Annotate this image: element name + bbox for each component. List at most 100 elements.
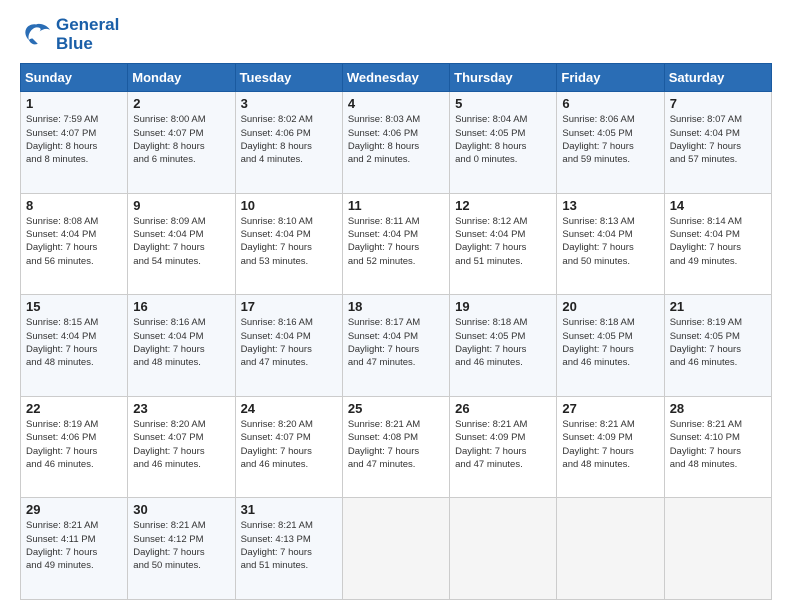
calendar-cell: 24 Sunrise: 8:20 AM Sunset: 4:07 PM Dayli… bbox=[235, 396, 342, 498]
day-number: 27 bbox=[562, 401, 658, 416]
day-number: 30 bbox=[133, 502, 229, 517]
calendar-cell: 13 Sunrise: 8:13 AM Sunset: 4:04 PM Dayli… bbox=[557, 193, 664, 295]
day-number: 25 bbox=[348, 401, 444, 416]
weekday-header-tuesday: Tuesday bbox=[235, 64, 342, 92]
week-row-2: 8Sunrise: 8:08 AM Sunset: 4:04 PM Daylig… bbox=[21, 193, 772, 295]
calendar-cell bbox=[664, 498, 771, 600]
day-number: 26 bbox=[455, 401, 551, 416]
cell-text: Sunrise: 8:21 AM Sunset: 4:09 PM Dayligh… bbox=[562, 418, 658, 471]
cell-text: Sunrise: 8:16 AM Sunset: 4:04 PM Dayligh… bbox=[133, 316, 229, 369]
calendar-cell: 30 Sunrise: 8:21 AM Sunset: 4:12 PM Dayli… bbox=[128, 498, 235, 600]
cell-text: Sunrise: 8:14 AM Sunset: 4:04 PM Dayligh… bbox=[670, 215, 766, 268]
day-number: 24 bbox=[241, 401, 337, 416]
calendar-cell: 11 Sunrise: 8:11 AM Sunset: 4:04 PM Dayli… bbox=[342, 193, 449, 295]
calendar-cell bbox=[450, 498, 557, 600]
calendar-cell: 10 Sunrise: 8:10 AM Sunset: 4:04 PM Dayli… bbox=[235, 193, 342, 295]
weekday-header-thursday: Thursday bbox=[450, 64, 557, 92]
cell-text: Sunrise: 8:13 AM Sunset: 4:04 PM Dayligh… bbox=[562, 215, 658, 268]
day-number: 11 bbox=[348, 198, 444, 213]
day-number: 7 bbox=[670, 96, 766, 111]
calendar-cell: 16 Sunrise: 8:16 AM Sunset: 4:04 PM Dayli… bbox=[128, 295, 235, 397]
day-number: 4 bbox=[348, 96, 444, 111]
day-number: 2 bbox=[133, 96, 229, 111]
calendar-cell: 23 Sunrise: 8:20 AM Sunset: 4:07 PM Dayli… bbox=[128, 396, 235, 498]
cell-text: Sunrise: 8:17 AM Sunset: 4:04 PM Dayligh… bbox=[348, 316, 444, 369]
day-number: 18 bbox=[348, 299, 444, 314]
cell-text: Sunrise: 8:15 AM Sunset: 4:04 PM Dayligh… bbox=[26, 316, 122, 369]
calendar-cell: 7 Sunrise: 8:07 AM Sunset: 4:04 PM Daylig… bbox=[664, 92, 771, 194]
calendar-cell: 6Sunrise: 8:06 AM Sunset: 4:05 PM Daylig… bbox=[557, 92, 664, 194]
day-number: 16 bbox=[133, 299, 229, 314]
week-row-1: 1 Sunrise: 7:59 AM Sunset: 4:07 PM Daylig… bbox=[21, 92, 772, 194]
calendar-cell bbox=[342, 498, 449, 600]
day-number: 8 bbox=[26, 198, 122, 213]
day-number: 22 bbox=[26, 401, 122, 416]
day-number: 15 bbox=[26, 299, 122, 314]
cell-text: Sunrise: 8:21 AM Sunset: 4:09 PM Dayligh… bbox=[455, 418, 551, 471]
calendar-cell: 14 Sunrise: 8:14 AM Sunset: 4:04 PM Dayli… bbox=[664, 193, 771, 295]
cell-text: Sunrise: 8:06 AM Sunset: 4:05 PM Dayligh… bbox=[562, 113, 658, 166]
day-number: 28 bbox=[670, 401, 766, 416]
day-number: 29 bbox=[26, 502, 122, 517]
day-number: 23 bbox=[133, 401, 229, 416]
calendar-cell: 18 Sunrise: 8:17 AM Sunset: 4:04 PM Dayli… bbox=[342, 295, 449, 397]
calendar-cell: 20 Sunrise: 8:18 AM Sunset: 4:05 PM Dayli… bbox=[557, 295, 664, 397]
cell-text: Sunrise: 8:21 AM Sunset: 4:10 PM Dayligh… bbox=[670, 418, 766, 471]
day-number: 13 bbox=[562, 198, 658, 213]
cell-text: Sunrise: 8:00 AM Sunset: 4:07 PM Dayligh… bbox=[133, 113, 229, 166]
cell-text: Sunrise: 7:59 AM Sunset: 4:07 PM Dayligh… bbox=[26, 113, 122, 166]
cell-text: Sunrise: 8:07 AM Sunset: 4:04 PM Dayligh… bbox=[670, 113, 766, 166]
cell-text: Sunrise: 8:21 AM Sunset: 4:11 PM Dayligh… bbox=[26, 519, 122, 572]
calendar-cell: 4 Sunrise: 8:03 AM Sunset: 4:06 PM Daylig… bbox=[342, 92, 449, 194]
day-number: 12 bbox=[455, 198, 551, 213]
cell-text: Sunrise: 8:18 AM Sunset: 4:05 PM Dayligh… bbox=[455, 316, 551, 369]
cell-text: Sunrise: 8:02 AM Sunset: 4:06 PM Dayligh… bbox=[241, 113, 337, 166]
weekday-header-row: SundayMondayTuesdayWednesdayThursdayFrid… bbox=[21, 64, 772, 92]
weekday-header-wednesday: Wednesday bbox=[342, 64, 449, 92]
weekday-header-friday: Friday bbox=[557, 64, 664, 92]
day-number: 21 bbox=[670, 299, 766, 314]
day-number: 17 bbox=[241, 299, 337, 314]
cell-text: Sunrise: 8:20 AM Sunset: 4:07 PM Dayligh… bbox=[241, 418, 337, 471]
day-number: 20 bbox=[562, 299, 658, 314]
cell-text: Sunrise: 8:19 AM Sunset: 4:06 PM Dayligh… bbox=[26, 418, 122, 471]
cell-text: Sunrise: 8:12 AM Sunset: 4:04 PM Dayligh… bbox=[455, 215, 551, 268]
calendar-body: 1 Sunrise: 7:59 AM Sunset: 4:07 PM Daylig… bbox=[21, 92, 772, 600]
cell-text: Sunrise: 8:16 AM Sunset: 4:04 PM Dayligh… bbox=[241, 316, 337, 369]
day-number: 9 bbox=[133, 198, 229, 213]
weekday-header-saturday: Saturday bbox=[664, 64, 771, 92]
calendar-cell bbox=[557, 498, 664, 600]
day-number: 1 bbox=[26, 96, 122, 111]
week-row-5: 29 Sunrise: 8:21 AM Sunset: 4:11 PM Dayli… bbox=[21, 498, 772, 600]
weekday-header-sunday: Sunday bbox=[21, 64, 128, 92]
cell-text: Sunrise: 8:21 AM Sunset: 4:12 PM Dayligh… bbox=[133, 519, 229, 572]
calendar-cell: 26 Sunrise: 8:21 AM Sunset: 4:09 PM Dayli… bbox=[450, 396, 557, 498]
calendar-page: General Blue SundayMondayTuesdayWednesda… bbox=[0, 0, 792, 612]
day-number: 10 bbox=[241, 198, 337, 213]
day-number: 5 bbox=[455, 96, 551, 111]
weekday-header-monday: Monday bbox=[128, 64, 235, 92]
calendar-cell: 25Sunrise: 8:21 AM Sunset: 4:08 PM Dayli… bbox=[342, 396, 449, 498]
calendar-cell: 29 Sunrise: 8:21 AM Sunset: 4:11 PM Dayli… bbox=[21, 498, 128, 600]
cell-text: Sunrise: 8:21 AM Sunset: 4:13 PM Dayligh… bbox=[241, 519, 337, 572]
calendar-cell: 19 Sunrise: 8:18 AM Sunset: 4:05 PM Dayli… bbox=[450, 295, 557, 397]
calendar-cell: 1 Sunrise: 7:59 AM Sunset: 4:07 PM Daylig… bbox=[21, 92, 128, 194]
calendar-cell: 9Sunrise: 8:09 AM Sunset: 4:04 PM Daylig… bbox=[128, 193, 235, 295]
day-number: 3 bbox=[241, 96, 337, 111]
logo-text: General Blue bbox=[56, 16, 119, 53]
header: General Blue bbox=[20, 16, 772, 53]
cell-text: Sunrise: 8:03 AM Sunset: 4:06 PM Dayligh… bbox=[348, 113, 444, 166]
calendar-cell: 3 Sunrise: 8:02 AM Sunset: 4:06 PM Daylig… bbox=[235, 92, 342, 194]
calendar-cell: 17 Sunrise: 8:16 AM Sunset: 4:04 PM Dayli… bbox=[235, 295, 342, 397]
calendar-cell: 22 Sunrise: 8:19 AM Sunset: 4:06 PM Dayli… bbox=[21, 396, 128, 498]
calendar-cell: 31Sunrise: 8:21 AM Sunset: 4:13 PM Dayli… bbox=[235, 498, 342, 600]
day-number: 19 bbox=[455, 299, 551, 314]
cell-text: Sunrise: 8:11 AM Sunset: 4:04 PM Dayligh… bbox=[348, 215, 444, 268]
calendar-cell: 21Sunrise: 8:19 AM Sunset: 4:05 PM Dayli… bbox=[664, 295, 771, 397]
cell-text: Sunrise: 8:20 AM Sunset: 4:07 PM Dayligh… bbox=[133, 418, 229, 471]
cell-text: Sunrise: 8:18 AM Sunset: 4:05 PM Dayligh… bbox=[562, 316, 658, 369]
day-number: 14 bbox=[670, 198, 766, 213]
calendar-table: SundayMondayTuesdayWednesdayThursdayFrid… bbox=[20, 63, 772, 600]
cell-text: Sunrise: 8:10 AM Sunset: 4:04 PM Dayligh… bbox=[241, 215, 337, 268]
logo: General Blue bbox=[20, 16, 119, 53]
